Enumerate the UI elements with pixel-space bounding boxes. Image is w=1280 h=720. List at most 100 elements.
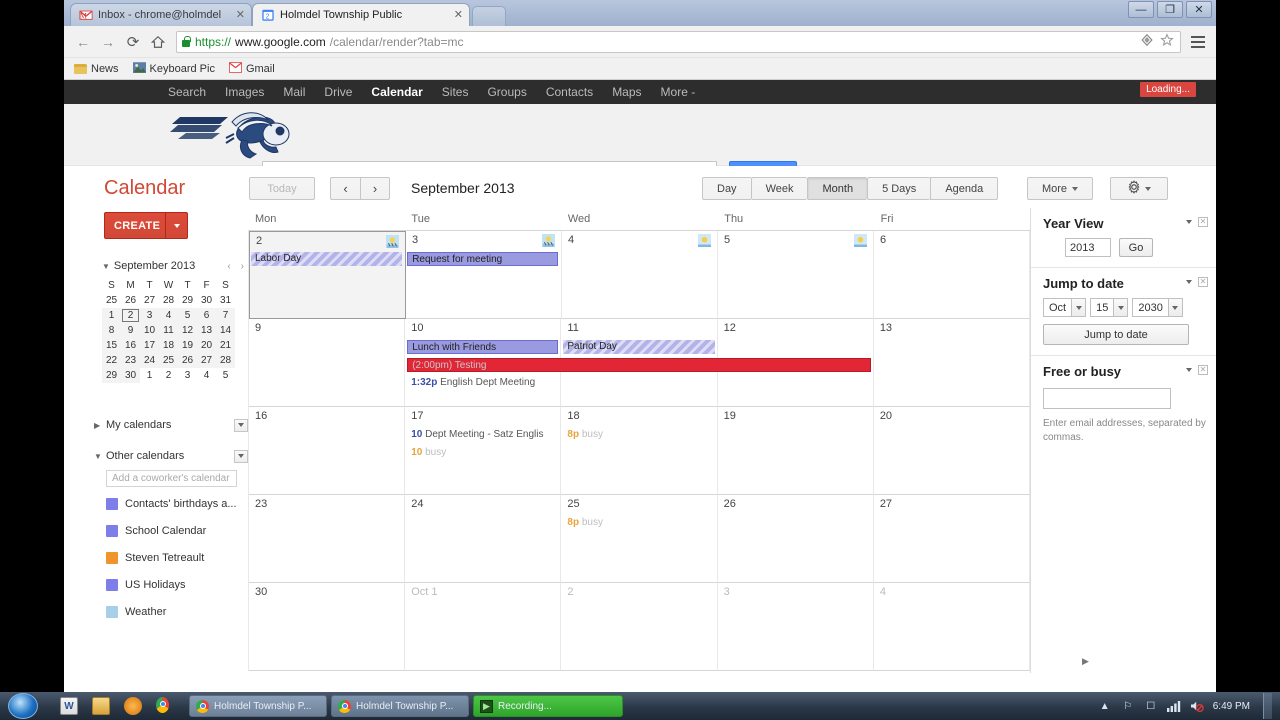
tab-day[interactable]: Day <box>702 177 751 200</box>
mini-day-cell[interactable]: 4 <box>159 308 178 323</box>
mini-day-cell[interactable]: 17 <box>140 338 159 353</box>
jump-to-date-button[interactable]: Jump to date <box>1043 324 1189 345</box>
collapse-sidebar-icon[interactable]: ▶ <box>1082 656 1089 667</box>
bookmark-news[interactable]: News <box>74 63 119 75</box>
tab-month[interactable]: Month <box>807 177 868 200</box>
chevron-down-icon[interactable]: ▼ <box>102 262 110 271</box>
day-cell-30[interactable]: 30 <box>249 583 406 671</box>
calendar-color-swatch[interactable] <box>106 578 118 591</box>
mini-day-cell[interactable]: 20 <box>197 338 216 353</box>
calendar-color-swatch[interactable] <box>106 497 118 510</box>
maximize-button[interactable]: ❐ <box>1157 1 1183 18</box>
explorer-icon[interactable] <box>92 697 110 715</box>
day-cell-2[interactable]: 2 <box>561 583 718 671</box>
gbar-item-groups[interactable]: Groups <box>487 85 526 99</box>
tab-week[interactable]: Week <box>750 177 808 200</box>
taskbar-item-holmdel-2[interactable]: Holmdel Township P... <box>331 695 469 717</box>
mini-day-cell[interactable]: 14 <box>216 323 235 338</box>
mini-day-cell[interactable]: 3 <box>178 368 197 383</box>
mini-day-cell[interactable]: 2 <box>159 368 178 383</box>
close-icon[interactable]: ✕ <box>1198 365 1208 375</box>
network-icon[interactable] <box>1166 699 1181 713</box>
my-calendars-settings-button[interactable] <box>234 418 248 432</box>
gbar-item-maps[interactable]: Maps <box>612 85 641 99</box>
bookmark-keyboard-pic[interactable]: Keyboard Pic <box>132 61 215 76</box>
volume-muted-icon[interactable] <box>1190 699 1204 713</box>
word-icon[interactable]: W <box>60 697 78 715</box>
day-cell-18[interactable]: 18 <box>561 407 718 495</box>
create-dropdown[interactable] <box>165 213 187 238</box>
extension-icon[interactable] <box>1140 33 1154 50</box>
calendar-event[interactable]: Request for meeting <box>407 252 559 266</box>
mini-day-cell[interactable]: 30 <box>197 293 216 308</box>
tab-agenda[interactable]: Agenda <box>930 177 999 200</box>
day-cell-26[interactable]: 26 <box>717 495 874 583</box>
close-icon[interactable]: ✕ <box>454 9 463 21</box>
add-coworker-input[interactable]: Add a coworker's calendar <box>106 470 237 487</box>
minimize-button[interactable]: — <box>1128 1 1154 18</box>
home-icon[interactable] <box>147 31 169 53</box>
mini-day-cell[interactable]: 3 <box>140 308 159 323</box>
calendar-event[interactable]: Lunch with Friends <box>407 340 559 354</box>
chevron-down-icon[interactable] <box>1186 220 1192 224</box>
mini-day-cell[interactable]: 28 <box>216 353 235 368</box>
gbar-item-contacts[interactable]: Contacts <box>546 85 593 99</box>
mini-day-cell[interactable]: 6 <box>197 308 216 323</box>
chrome-menu-button[interactable] <box>1188 31 1208 53</box>
other-calendar-item-2[interactable]: Steven Tetreault <box>94 544 248 571</box>
mini-day-cell[interactable]: 21 <box>216 338 235 353</box>
mini-day-cell[interactable]: 30 <box>121 368 140 383</box>
close-window-button[interactable]: ✕ <box>1186 1 1212 18</box>
mini-day-cell[interactable]: 18 <box>159 338 178 353</box>
more-views-button[interactable]: More <box>1027 177 1093 200</box>
sidebar-item-other-calendars[interactable]: ▼ Other calendars <box>94 447 248 465</box>
mini-day-cell[interactable]: 26 <box>178 353 197 368</box>
day-cell-25[interactable]: 25 <box>561 495 718 583</box>
action-center-icon[interactable]: ☐ <box>1144 699 1158 713</box>
taskbar-clock[interactable]: 6:49 PM <box>1213 701 1250 712</box>
calendar-event[interactable]: Patriot Day <box>563 340 715 354</box>
day-cell-oct-1[interactable]: Oct 1 <box>405 583 562 671</box>
day-cell-4[interactable]: 4 <box>873 583 1031 671</box>
mini-day-cell[interactable]: 4 <box>197 368 216 383</box>
browser-tab-holmdel[interactable]: 2 Holmdel Township Public ✕ <box>252 3 470 26</box>
calendar-color-swatch[interactable] <box>106 605 118 618</box>
mini-day-cell[interactable]: 1 <box>102 308 121 323</box>
taskbar-item-recording[interactable]: ▶ Recording... <box>473 695 623 717</box>
today-button[interactable]: Today <box>249 177 315 200</box>
next-period-button[interactable]: › <box>360 177 390 200</box>
mini-day-cell[interactable]: 1 <box>140 368 159 383</box>
flag-icon[interactable]: ⚐ <box>1121 699 1135 713</box>
mini-day-cell[interactable]: 2 <box>121 308 140 323</box>
calendar-color-swatch[interactable] <box>106 551 118 564</box>
mini-day-cell[interactable]: 24 <box>140 353 159 368</box>
mini-day-cell[interactable]: 19 <box>178 338 197 353</box>
gbar-item-more[interactable]: More - <box>661 85 696 99</box>
calendar-color-swatch[interactable] <box>106 524 118 537</box>
mini-day-cell[interactable]: 12 <box>178 323 197 338</box>
show-hidden-icon[interactable]: ▲ <box>1098 699 1112 713</box>
mini-prev-button[interactable]: ‹ <box>227 261 230 272</box>
windows-orb-icon[interactable] <box>8 693 38 719</box>
gbar-item-images[interactable]: Images <box>225 85 264 99</box>
mini-day-cell[interactable]: 29 <box>102 368 121 383</box>
show-desktop-button[interactable] <box>1263 693 1272 719</box>
free-or-busy-input[interactable] <box>1043 388 1171 409</box>
create-button[interactable]: CREATE <box>104 212 188 239</box>
mini-day-cell[interactable]: 16 <box>121 338 140 353</box>
gbar-item-drive[interactable]: Drive <box>324 85 352 99</box>
other-calendar-item-0[interactable]: Contacts' birthdays a... <box>94 490 248 517</box>
mini-day-cell[interactable]: 25 <box>159 353 178 368</box>
mini-day-cell[interactable]: 7 <box>216 308 235 323</box>
settings-button[interactable] <box>1110 177 1168 200</box>
tab-5-days[interactable]: 5 Days <box>867 177 931 200</box>
mini-day-cell[interactable]: 29 <box>178 293 197 308</box>
back-button[interactable]: ← <box>72 31 94 53</box>
mini-day-cell[interactable]: 9 <box>121 323 140 338</box>
day-cell-16[interactable]: 16 <box>249 407 406 495</box>
day-cell-9[interactable]: 9 <box>249 319 406 407</box>
mini-day-cell[interactable]: 25 <box>102 293 121 308</box>
day-cell-20[interactable]: 20 <box>873 407 1031 495</box>
mini-day-cell[interactable]: 28 <box>159 293 178 308</box>
jump-month-select[interactable]: Oct <box>1043 298 1087 317</box>
